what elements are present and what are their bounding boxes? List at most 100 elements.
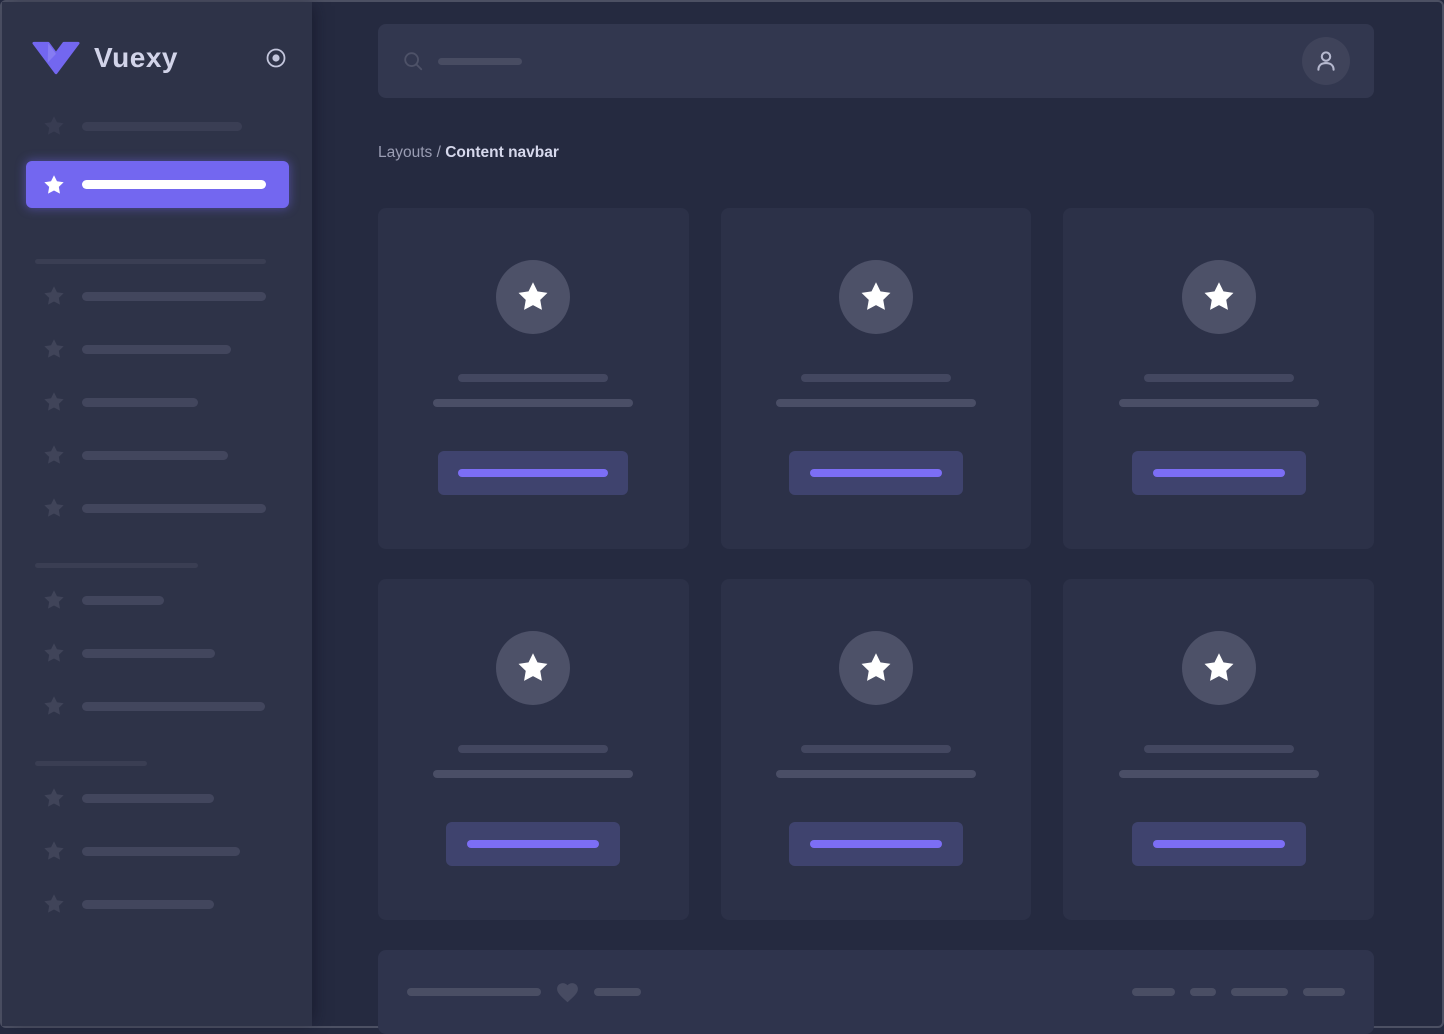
cards-grid [378, 208, 1374, 920]
heart-icon [555, 980, 580, 1005]
sidebar-menu [2, 84, 312, 922]
card-title-bar [1144, 374, 1294, 382]
card-title-bar [1144, 745, 1294, 753]
feature-card [378, 208, 689, 549]
brand-title: Vuexy [94, 42, 178, 74]
main-content: Layouts / Content navbar [312, 24, 1442, 1034]
star-icon [42, 390, 66, 414]
card-action-button[interactable] [1132, 822, 1306, 866]
feature-card [1063, 208, 1374, 549]
skeleton-bar [1132, 988, 1175, 996]
sidebar-item[interactable] [18, 635, 288, 671]
sidebar-item[interactable] [18, 490, 288, 526]
sidebar-item[interactable] [18, 278, 288, 314]
sidebar-pin-toggle-icon[interactable] [264, 46, 288, 70]
skeleton-bar [407, 988, 541, 996]
card-action-button[interactable] [1132, 451, 1306, 495]
card-subtitle-bar [433, 770, 633, 778]
card-action-button[interactable] [446, 822, 620, 866]
footer-right [1132, 988, 1345, 996]
sidebar-item[interactable] [18, 437, 288, 473]
skeleton-bar [1190, 988, 1216, 996]
card-action-button[interactable] [438, 451, 628, 495]
star-icon [515, 279, 551, 315]
card-title-bar [458, 745, 608, 753]
star-icon [42, 173, 66, 197]
footer [378, 950, 1374, 1034]
card-subtitle-bar [433, 399, 633, 407]
card-avatar-circle [496, 631, 570, 705]
star-icon [1201, 650, 1237, 686]
star-icon [42, 337, 66, 361]
sidebar-item[interactable] [18, 331, 288, 367]
sidebar-section-header [35, 761, 312, 766]
sidebar-item[interactable] [18, 582, 288, 618]
feature-card [721, 579, 1032, 920]
star-icon [515, 650, 551, 686]
skeleton-bar [82, 122, 242, 131]
card-avatar-circle [1182, 260, 1256, 334]
sidebar-item[interactable] [18, 780, 288, 816]
breadcrumb-section: Layouts [378, 144, 432, 161]
star-icon [42, 786, 66, 810]
star-icon [42, 839, 66, 863]
skeleton-bar [82, 847, 240, 856]
button-label-bar [810, 840, 942, 848]
breadcrumb-current: Content navbar [445, 144, 559, 161]
sidebar-section-header [35, 563, 312, 568]
sidebar-item-active[interactable] [26, 161, 289, 208]
star-icon [858, 279, 894, 315]
star-icon [42, 892, 66, 916]
search-placeholder-bar [438, 58, 522, 65]
top-navbar [378, 24, 1374, 98]
card-avatar-circle [496, 260, 570, 334]
skeleton-bar [82, 794, 214, 803]
star-icon [42, 114, 66, 138]
user-avatar[interactable] [1302, 37, 1350, 85]
skeleton-bar [82, 292, 266, 301]
search-input[interactable] [402, 50, 522, 72]
skeleton-bar [82, 180, 266, 189]
skeleton-bar [1231, 988, 1288, 996]
card-subtitle-bar [1119, 770, 1319, 778]
star-icon [858, 650, 894, 686]
skeleton-bar [82, 649, 215, 658]
card-title-bar [801, 745, 951, 753]
sidebar-item[interactable] [18, 108, 288, 144]
card-avatar-circle [839, 260, 913, 334]
sidebar-item[interactable] [18, 384, 288, 420]
card-title-bar [801, 374, 951, 382]
breadcrumb-separator: / [432, 144, 445, 161]
star-icon [42, 284, 66, 308]
card-avatar-circle [839, 631, 913, 705]
sidebar-item[interactable] [18, 886, 288, 922]
card-action-button[interactable] [789, 822, 963, 866]
button-label-bar [810, 469, 942, 477]
breadcrumb: Layouts / Content navbar [378, 144, 1374, 165]
star-icon [42, 694, 66, 718]
skeleton-bar [82, 504, 266, 513]
sidebar-item[interactable] [18, 688, 288, 724]
button-label-bar [1153, 469, 1285, 477]
star-icon [42, 443, 66, 467]
star-icon [42, 588, 66, 612]
card-avatar-circle [1182, 631, 1256, 705]
vuexy-logo-icon[interactable] [32, 41, 80, 75]
card-action-button[interactable] [789, 451, 963, 495]
feature-card [721, 208, 1032, 549]
card-title-bar [458, 374, 608, 382]
search-icon [402, 50, 424, 72]
button-label-bar [467, 840, 599, 848]
feature-card [1063, 579, 1374, 920]
logo-row: Vuexy [2, 2, 312, 84]
button-label-bar [1153, 840, 1285, 848]
skeleton-bar [594, 988, 641, 996]
feature-card [378, 579, 689, 920]
card-subtitle-bar [776, 399, 976, 407]
sidebar-item[interactable] [18, 833, 288, 869]
button-label-bar [458, 469, 608, 477]
skeleton-bar [1303, 988, 1345, 996]
sidebar: Vuexy [2, 2, 312, 1026]
skeleton-bar [82, 345, 231, 354]
card-subtitle-bar [776, 770, 976, 778]
